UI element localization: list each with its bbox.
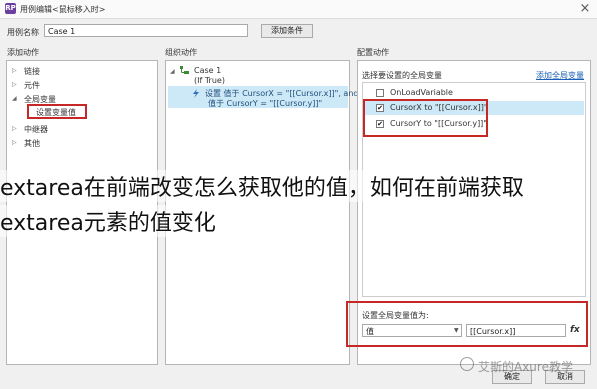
add-action-header: 添加动作 bbox=[7, 48, 39, 57]
tree-item-link[interactable]: 链接 bbox=[24, 66, 40, 77]
tree-item-widget[interactable]: 元件 bbox=[24, 80, 40, 91]
expand-icon[interactable]: ▷ bbox=[12, 125, 17, 132]
add-condition-button[interactable]: 添加条件 bbox=[261, 24, 313, 38]
app-icon: RP bbox=[5, 3, 16, 14]
close-icon[interactable]: × bbox=[574, 0, 596, 18]
highlight-box bbox=[27, 104, 87, 119]
expand-icon[interactable]: ▷ bbox=[12, 81, 17, 88]
window-title: 用例编辑<鼠标移入时> bbox=[20, 5, 106, 14]
expand-icon[interactable]: ▷ bbox=[12, 67, 17, 74]
collapse-icon[interactable]: ◢ bbox=[170, 68, 175, 75]
value-input[interactable]: [[Cursor.x]] bbox=[466, 324, 566, 337]
organize-action-header: 组织动作 bbox=[165, 48, 197, 57]
value-type-select[interactable]: 值 bbox=[362, 324, 462, 337]
wechat-icon bbox=[460, 357, 474, 371]
expand-icon[interactable]: ▷ bbox=[12, 139, 17, 146]
highlight-box bbox=[363, 99, 488, 137]
watermark-text: 艾斯的Axure教学 bbox=[478, 360, 573, 374]
chevron-down-icon[interactable]: ▼ bbox=[454, 327, 459, 334]
case-icon bbox=[180, 66, 189, 75]
tree-item-repeater[interactable]: 中继器 bbox=[24, 124, 48, 135]
case-name-input[interactable]: Case 1 bbox=[44, 24, 248, 37]
lightning-icon bbox=[192, 89, 200, 98]
overlay-line-2: extarea元素的值变化 bbox=[0, 205, 216, 237]
set-value-label: 设置全局变量值为: bbox=[362, 311, 429, 320]
case-label[interactable]: Case 1 bbox=[194, 66, 221, 75]
case-condition: (If True) bbox=[194, 76, 225, 85]
variable-onloadvariable[interactable]: OnLoadVariable bbox=[390, 88, 453, 97]
action-line-2: 值于 CursorY = "[[Cursor.y]]" bbox=[208, 99, 323, 108]
configure-action-header: 配置动作 bbox=[357, 48, 389, 57]
tree-item-other[interactable]: 其他 bbox=[24, 138, 40, 149]
add-global-variable-link[interactable]: 添加全局变量 bbox=[536, 70, 584, 81]
select-global-variable-label: 选择要设置的全局变量 bbox=[362, 71, 442, 80]
fx-button[interactable]: fx bbox=[570, 325, 580, 335]
variable-checkbox[interactable] bbox=[376, 89, 384, 97]
overlay-line-1: extarea在前端改变怎么获取他的值，如何在前端获取 bbox=[0, 170, 524, 202]
case-name-label: 用例名称 bbox=[7, 28, 39, 37]
collapse-icon[interactable]: ◢ bbox=[12, 95, 17, 102]
